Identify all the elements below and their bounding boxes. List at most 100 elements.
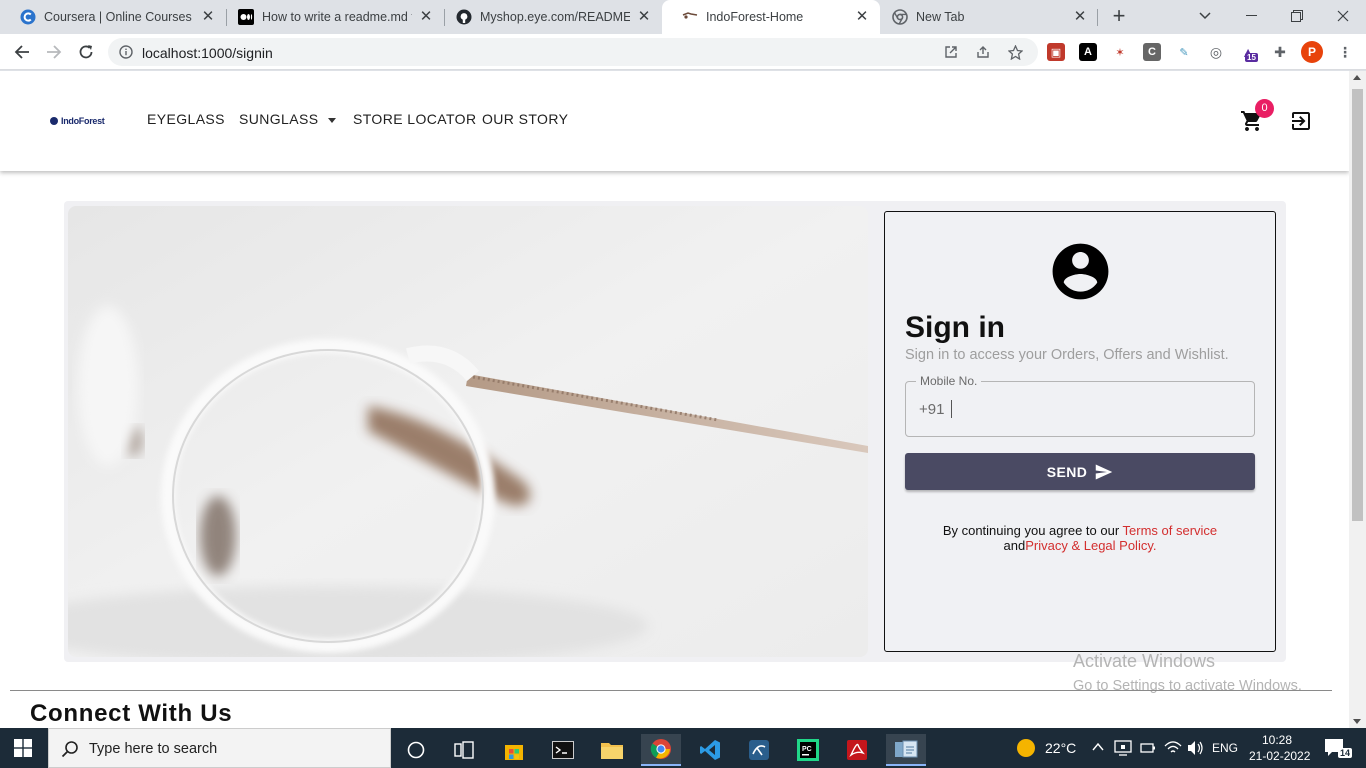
nav-our-story[interactable]: OUR STORY [482, 111, 568, 127]
close-icon[interactable]: ✕ [200, 9, 216, 25]
scroll-up-arrow-icon[interactable] [1353, 75, 1361, 80]
mobile-number-field[interactable]: Mobile No. +91 [905, 374, 1255, 437]
terms-prefix: By continuing you agree to our [942, 523, 1123, 538]
bookmark-star-icon[interactable] [1007, 44, 1023, 60]
coursera-icon [20, 9, 36, 25]
watermark-line-2: Go to Settings to activate Windows. [1073, 678, 1302, 694]
medium-icon [238, 9, 254, 25]
angular-extension-icon[interactable]: A [1079, 43, 1097, 61]
site-logo[interactable]: IndoForest [50, 115, 120, 127]
open-in-app-icon[interactable] [943, 44, 959, 60]
task-view-icon[interactable] [444, 734, 484, 766]
privacy-policy-link[interactable]: Privacy & Legal Policy. [1025, 538, 1156, 553]
nav-sunglass[interactable]: SUNGLASS [239, 111, 337, 127]
tab-title: IndoForest-Home [706, 10, 804, 24]
dropdown-caret-icon [328, 117, 337, 123]
new-tab-button[interactable]: + [1108, 5, 1130, 27]
tab-indoforest[interactable]: IndoForest-Home ✕ [662, 0, 880, 34]
signin-subtitle: Sign in to access your Orders, Offers an… [905, 347, 1229, 363]
watermark-line-1: Activate Windows [1073, 651, 1216, 671]
extension-bug-icon[interactable]: ✶ [1111, 43, 1129, 61]
battery-icon[interactable] [1140, 742, 1156, 754]
extensions-puzzle-icon[interactable]: ✚ [1271, 43, 1289, 61]
nav-sunglass-label: SUNGLASS [239, 111, 319, 127]
svg-text:PC: PC [802, 746, 812, 753]
signin-card: Sign in Sign in to access your Orders, O… [884, 211, 1276, 652]
scrollbar-thumb[interactable] [1352, 89, 1363, 521]
extension-graduation-icon[interactable]: ▲ 15 [1239, 43, 1258, 62]
chrome-taskbar-icon[interactable] [641, 734, 681, 766]
page-scrollbar[interactable] [1349, 71, 1366, 728]
minimize-button[interactable] [1228, 0, 1274, 32]
account-circle-icon [1052, 243, 1109, 300]
url-text: localhost:1000/signin [142, 45, 273, 61]
tab-title: New Tab [916, 10, 965, 24]
back-arrow-icon[interactable] [10, 40, 34, 64]
tab-title: Myshop.eye.com/README.m [480, 10, 630, 24]
tray-chevron-up-icon[interactable] [1092, 742, 1104, 752]
file-explorer-icon[interactable] [592, 734, 632, 766]
extension-code-icon[interactable]: ◎ [1207, 43, 1225, 61]
nav-store-locator[interactable]: STORE LOCATOR [353, 111, 476, 127]
forward-arrow-icon[interactable] [42, 40, 66, 64]
terms-notice: By continuing you agree to our Terms of … [885, 523, 1275, 553]
extension-eyedropper-icon[interactable]: ✎ [1175, 43, 1193, 61]
site-info-icon[interactable] [118, 44, 134, 60]
tab-new-tab[interactable]: New Tab ✕ [872, 0, 1098, 34]
pycharm-icon[interactable]: PC [788, 734, 828, 766]
menu-dots-icon[interactable]: ⋮ [1336, 43, 1354, 61]
close-icon[interactable]: ✕ [1072, 9, 1088, 25]
nav-eyeglass[interactable]: EYEGLASS [147, 111, 225, 127]
close-icon[interactable]: ✕ [418, 9, 434, 25]
send-button-label: SEND [1046, 463, 1088, 480]
scroll-down-arrow-icon[interactable] [1353, 719, 1361, 724]
activate-windows-watermark: Activate Windows Go to Settings to activ… [1073, 651, 1302, 694]
extension-c-icon[interactable]: C [1143, 43, 1161, 61]
tab-github[interactable]: Myshop.eye.com/README.m ✕ [436, 0, 662, 34]
terminal-icon[interactable] [543, 734, 583, 766]
terms-of-service-link[interactable]: Terms of service [1123, 523, 1218, 538]
meet-now-icon[interactable] [1114, 740, 1132, 756]
logo-text: IndoForest [61, 116, 105, 126]
tab-title: How to write a readme.md fil [262, 10, 412, 24]
browser-toolbar: localhost:1000/signin ▣ A ✶ C ✎ ◎ ▲ 15 ✚ … [0, 34, 1366, 70]
input-language[interactable]: ENG [1212, 741, 1238, 755]
clock-time[interactable]: 10:28 [1262, 733, 1292, 747]
close-icon[interactable]: ✕ [854, 9, 870, 25]
wifi-icon[interactable] [1164, 740, 1182, 756]
profile-avatar[interactable]: P [1301, 41, 1323, 63]
taskbar-search-placeholder: Type here to search [89, 741, 218, 757]
microsoft-store-icon[interactable] [494, 734, 534, 766]
tab-search-chevron-icon[interactable] [1182, 0, 1228, 32]
cortana-circle-icon[interactable] [396, 734, 436, 766]
share-icon[interactable] [975, 44, 991, 60]
mysql-workbench-icon[interactable] [739, 734, 779, 766]
logout-icon[interactable] [1289, 109, 1313, 133]
tab-medium[interactable]: How to write a readme.md fil ✕ [218, 0, 444, 34]
clock-date[interactable]: 21-02-2022 [1249, 749, 1310, 763]
reload-icon[interactable] [74, 40, 98, 64]
windows-start-icon[interactable] [14, 739, 32, 757]
chrome-icon [892, 9, 908, 25]
search-icon [61, 741, 78, 758]
mobile-number-input[interactable] [950, 398, 1240, 420]
text-cursor [951, 400, 952, 418]
taskbar-search-box[interactable]: Type here to search [48, 728, 391, 768]
close-icon[interactable]: ✕ [636, 9, 652, 25]
send-arrow-icon [1096, 464, 1113, 479]
close-window-button[interactable] [1320, 0, 1366, 32]
vscode-icon[interactable] [690, 734, 730, 766]
extension-red-icon[interactable]: ▣ [1047, 43, 1065, 61]
extension-badge: 15 [1245, 53, 1258, 62]
send-button[interactable]: SEND [905, 453, 1255, 490]
connect-with-us-heading: Connect With Us [30, 700, 233, 727]
address-bar[interactable]: localhost:1000/signin [108, 38, 1038, 66]
weather-temperature[interactable]: 22°C [1045, 740, 1076, 756]
tab-coursera[interactable]: Coursera | Online Courses & ✕ [0, 0, 226, 34]
footer-divider [10, 690, 1332, 691]
acrobat-reader-icon[interactable] [837, 734, 877, 766]
volume-icon[interactable] [1187, 740, 1205, 756]
restore-button[interactable] [1274, 0, 1320, 32]
weather-sun-icon[interactable] [1016, 738, 1036, 758]
file-manager-taskbar-icon[interactable] [886, 734, 926, 766]
